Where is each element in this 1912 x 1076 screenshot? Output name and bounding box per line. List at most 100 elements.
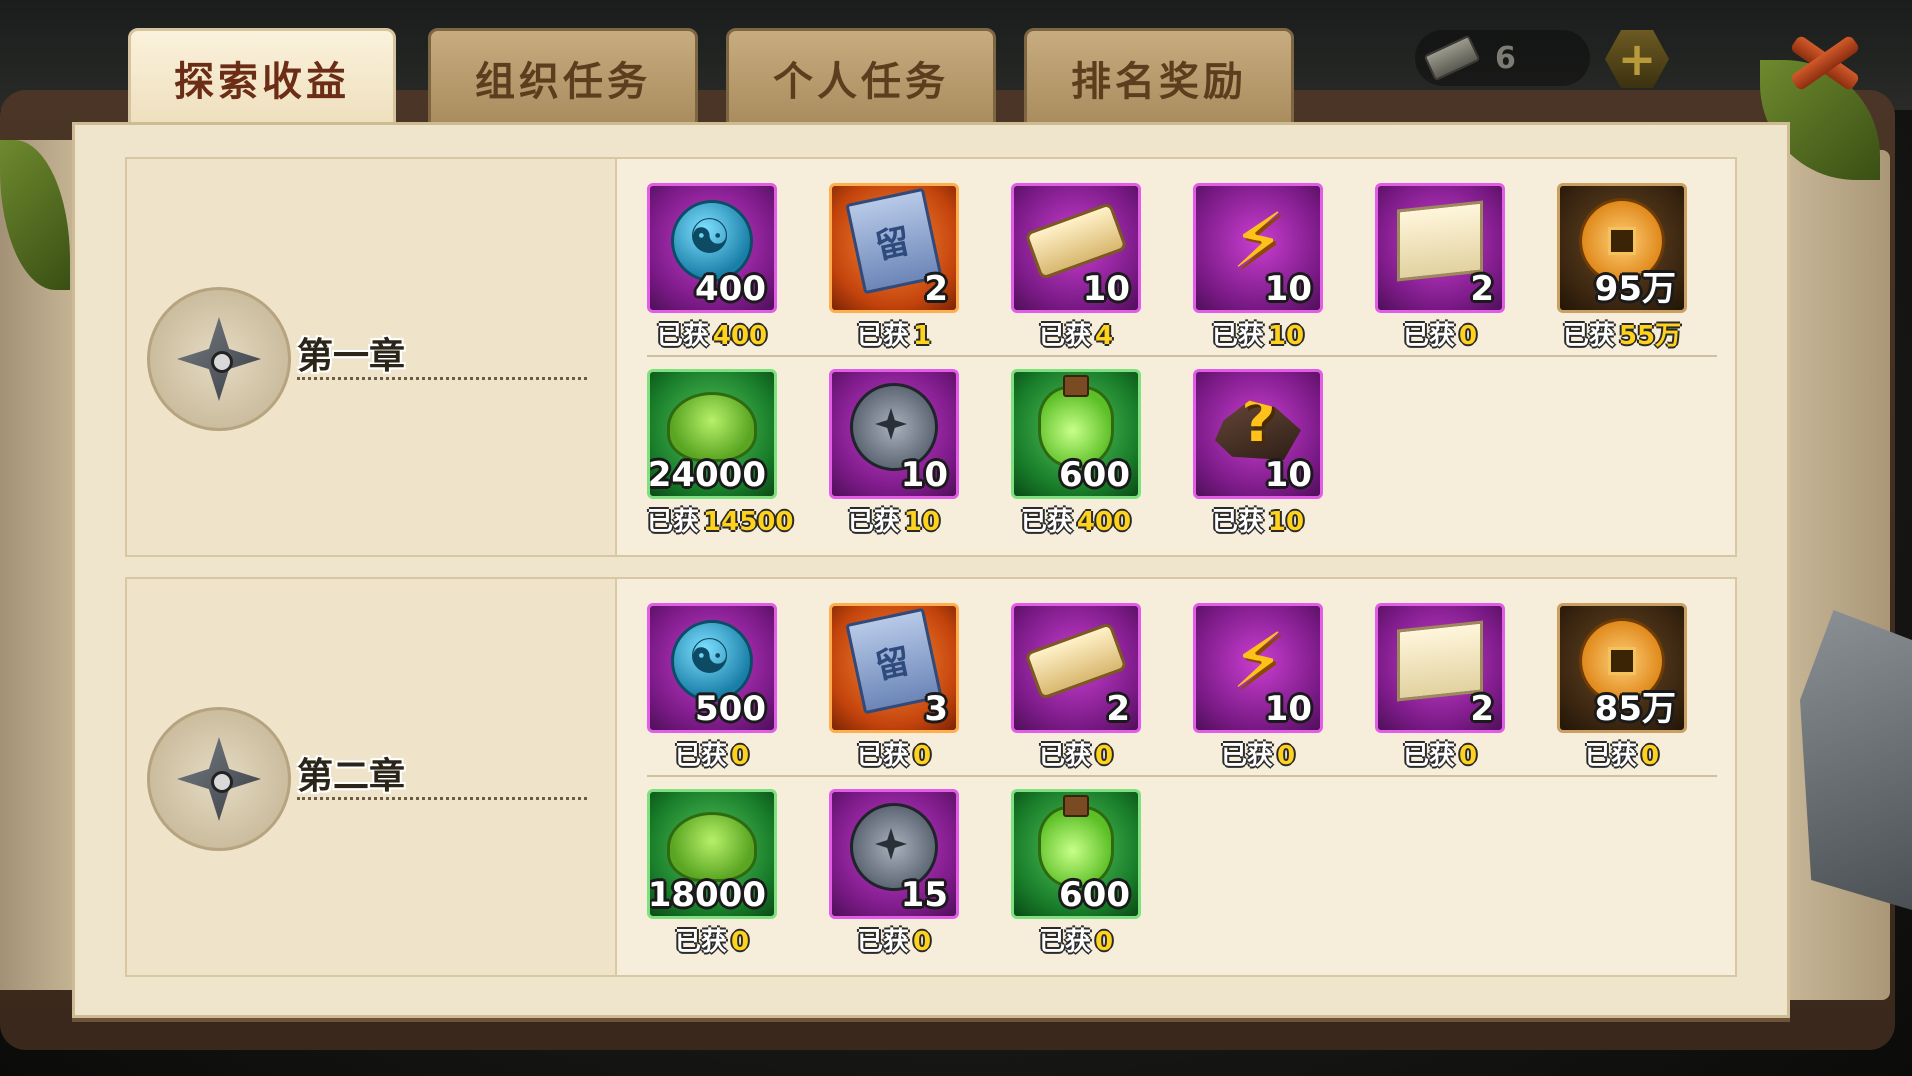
obtained-label: 已获 (1038, 321, 1091, 351)
item-quantity: 500 (695, 689, 766, 729)
reward-item[interactable]: 2 已获 0 (1011, 603, 1141, 772)
ticket-icon (1423, 34, 1481, 82)
tab-exploration-rewards[interactable]: 探索收益 (128, 28, 396, 128)
reward-item[interactable]: 600 已获 400 (1011, 369, 1141, 538)
obtained-label: 已获 (856, 927, 909, 957)
reward-item[interactable]: 10 已获 10 (829, 369, 959, 538)
reward-item[interactable]: 10 已获 4 (1011, 183, 1141, 352)
obtained-value: 55万 (1618, 321, 1682, 351)
obtained-label: 已获 (1402, 321, 1455, 351)
reward-item[interactable]: ? 10 已获 10 (1193, 369, 1323, 538)
plus-icon: + (1617, 32, 1657, 86)
tab-label: 个人任务 (773, 59, 949, 105)
item-quantity: 3 (924, 689, 948, 729)
item-quantity: 10 (1082, 269, 1130, 309)
obtained-value: 10 (1267, 507, 1305, 537)
reward-item[interactable]: 500 已获0 (647, 603, 777, 772)
currency-display: 6 (1415, 30, 1590, 86)
obtained-label: 已获 (1220, 741, 1273, 771)
obtained-label: 已获 (1020, 507, 1073, 537)
obtained-value: 0 (912, 741, 932, 771)
obtained-value: 14500 (703, 507, 794, 537)
reward-item[interactable]: ⚡ 10 已获 10 (1193, 183, 1323, 352)
obtained-label: 已获 (1562, 321, 1615, 351)
item-quantity: 2 (924, 269, 948, 309)
obtained-value: 0 (1094, 741, 1114, 771)
item-quantity: 95万 (1594, 269, 1676, 309)
toad-icon (667, 812, 757, 882)
item-quantity: 2 (1106, 689, 1130, 729)
obtained-value: 0 (1094, 927, 1114, 957)
obtained-value: 0 (1458, 321, 1478, 351)
tab-label: 排名奖励 (1071, 59, 1247, 105)
item-quantity: 10 (1264, 269, 1312, 309)
obtained-label: 已获 (1038, 741, 1091, 771)
tab-personal-tasks[interactable]: 个人任务 (726, 28, 996, 128)
obtained-label: 已获 (656, 321, 709, 351)
obtained-value: 400 (1076, 507, 1132, 537)
shuriken-icon (147, 287, 291, 431)
rock-decoration (1800, 610, 1912, 910)
obtained-value: 400 (712, 321, 768, 351)
obtained-value: 0 (912, 927, 932, 957)
reward-item[interactable]: 3 已获0 (829, 603, 959, 772)
chapter-rewards: 500 已获0 3 已获0 2 已获0 ⚡ 10 已获0 2 (617, 579, 1735, 975)
obtained-value: 4 (1094, 321, 1114, 351)
reward-item[interactable]: 600 已获 0 (1011, 789, 1141, 958)
reward-item[interactable]: ⚡ 10 已获 0 (1193, 603, 1323, 772)
obtained-value: 1 (912, 321, 932, 351)
lightning-icon: ⚡ (1231, 196, 1285, 285)
item-quantity: 15 (900, 875, 948, 915)
obtained-label: 已获 (674, 741, 727, 771)
item-quantity: 2 (1470, 269, 1494, 309)
obtained-label: 已获 (1211, 507, 1264, 537)
tab-label: 组织任务 (475, 59, 651, 105)
tab-label: 探索收益 (174, 59, 350, 105)
obtained-label: 已获 (847, 507, 900, 537)
reward-item[interactable]: 400 已获400 (647, 183, 777, 352)
toad-icon (667, 392, 757, 462)
reward-item[interactable]: 2 已获1 (829, 183, 959, 352)
item-quantity: 24000 (647, 455, 766, 495)
tab-organization-tasks[interactable]: 组织任务 (428, 28, 698, 128)
chapter-title: 第一章 (297, 336, 406, 377)
obtained-label: 已获 (856, 741, 909, 771)
obtained-label: 已获 (674, 927, 727, 957)
obtained-value: 10 (903, 507, 941, 537)
chapter-title: 第二章 (297, 756, 406, 797)
chapter-rewards: 400 已获400 2 已获1 10 已获4 ⚡ 10 已获10 2 (617, 159, 1735, 555)
obtained-label: 已获 (1402, 741, 1455, 771)
shuriken-icon (147, 707, 291, 851)
divider (297, 377, 587, 380)
rewards-panel: 第一章 400 已获400 2 已获1 10 已获4 ⚡ (72, 122, 1790, 1018)
chapter-header: 第二章 (127, 579, 617, 975)
item-quantity: 600 (1059, 455, 1130, 495)
currency-value: 6 (1495, 40, 1516, 76)
lightning-icon: ⚡ (1231, 616, 1285, 705)
item-quantity: 18000 (647, 875, 766, 915)
reward-item[interactable]: 15 已获 0 (829, 789, 959, 958)
reward-item[interactable]: 85万 已获 0 (1557, 603, 1687, 772)
obtained-label: 已获 (856, 321, 909, 351)
obtained-value: 0 (1640, 741, 1660, 771)
item-quantity: 10 (900, 455, 948, 495)
obtained-value: 10 (1267, 321, 1305, 351)
obtained-value: 0 (1458, 741, 1478, 771)
item-quantity: 2 (1470, 689, 1494, 729)
item-quantity: 10 (1264, 689, 1312, 729)
chapter-section: 第二章 500 已获0 3 已获0 2 已获0 ⚡ (125, 577, 1737, 977)
item-quantity: 85万 (1594, 689, 1676, 729)
reward-item[interactable]: 24000 已获 14500 (647, 369, 793, 538)
reward-item[interactable]: 2 已获 0 (1375, 183, 1505, 352)
reward-item[interactable]: 18000 已获 0 (647, 789, 777, 958)
obtained-label: 已获 (1584, 741, 1637, 771)
obtained-label: 已获 (1038, 927, 1091, 957)
item-quantity: 400 (695, 269, 766, 309)
row-divider (647, 775, 1717, 777)
obtained-label: 已获 (647, 507, 700, 537)
reward-item[interactable]: 2 已获 0 (1375, 603, 1505, 772)
tab-ranking-rewards[interactable]: 排名奖励 (1024, 28, 1294, 128)
mystery-stone-icon: ? (1215, 400, 1301, 460)
close-icon[interactable] (1780, 18, 1866, 104)
reward-item[interactable]: 95万 已获 55万 (1557, 183, 1687, 352)
